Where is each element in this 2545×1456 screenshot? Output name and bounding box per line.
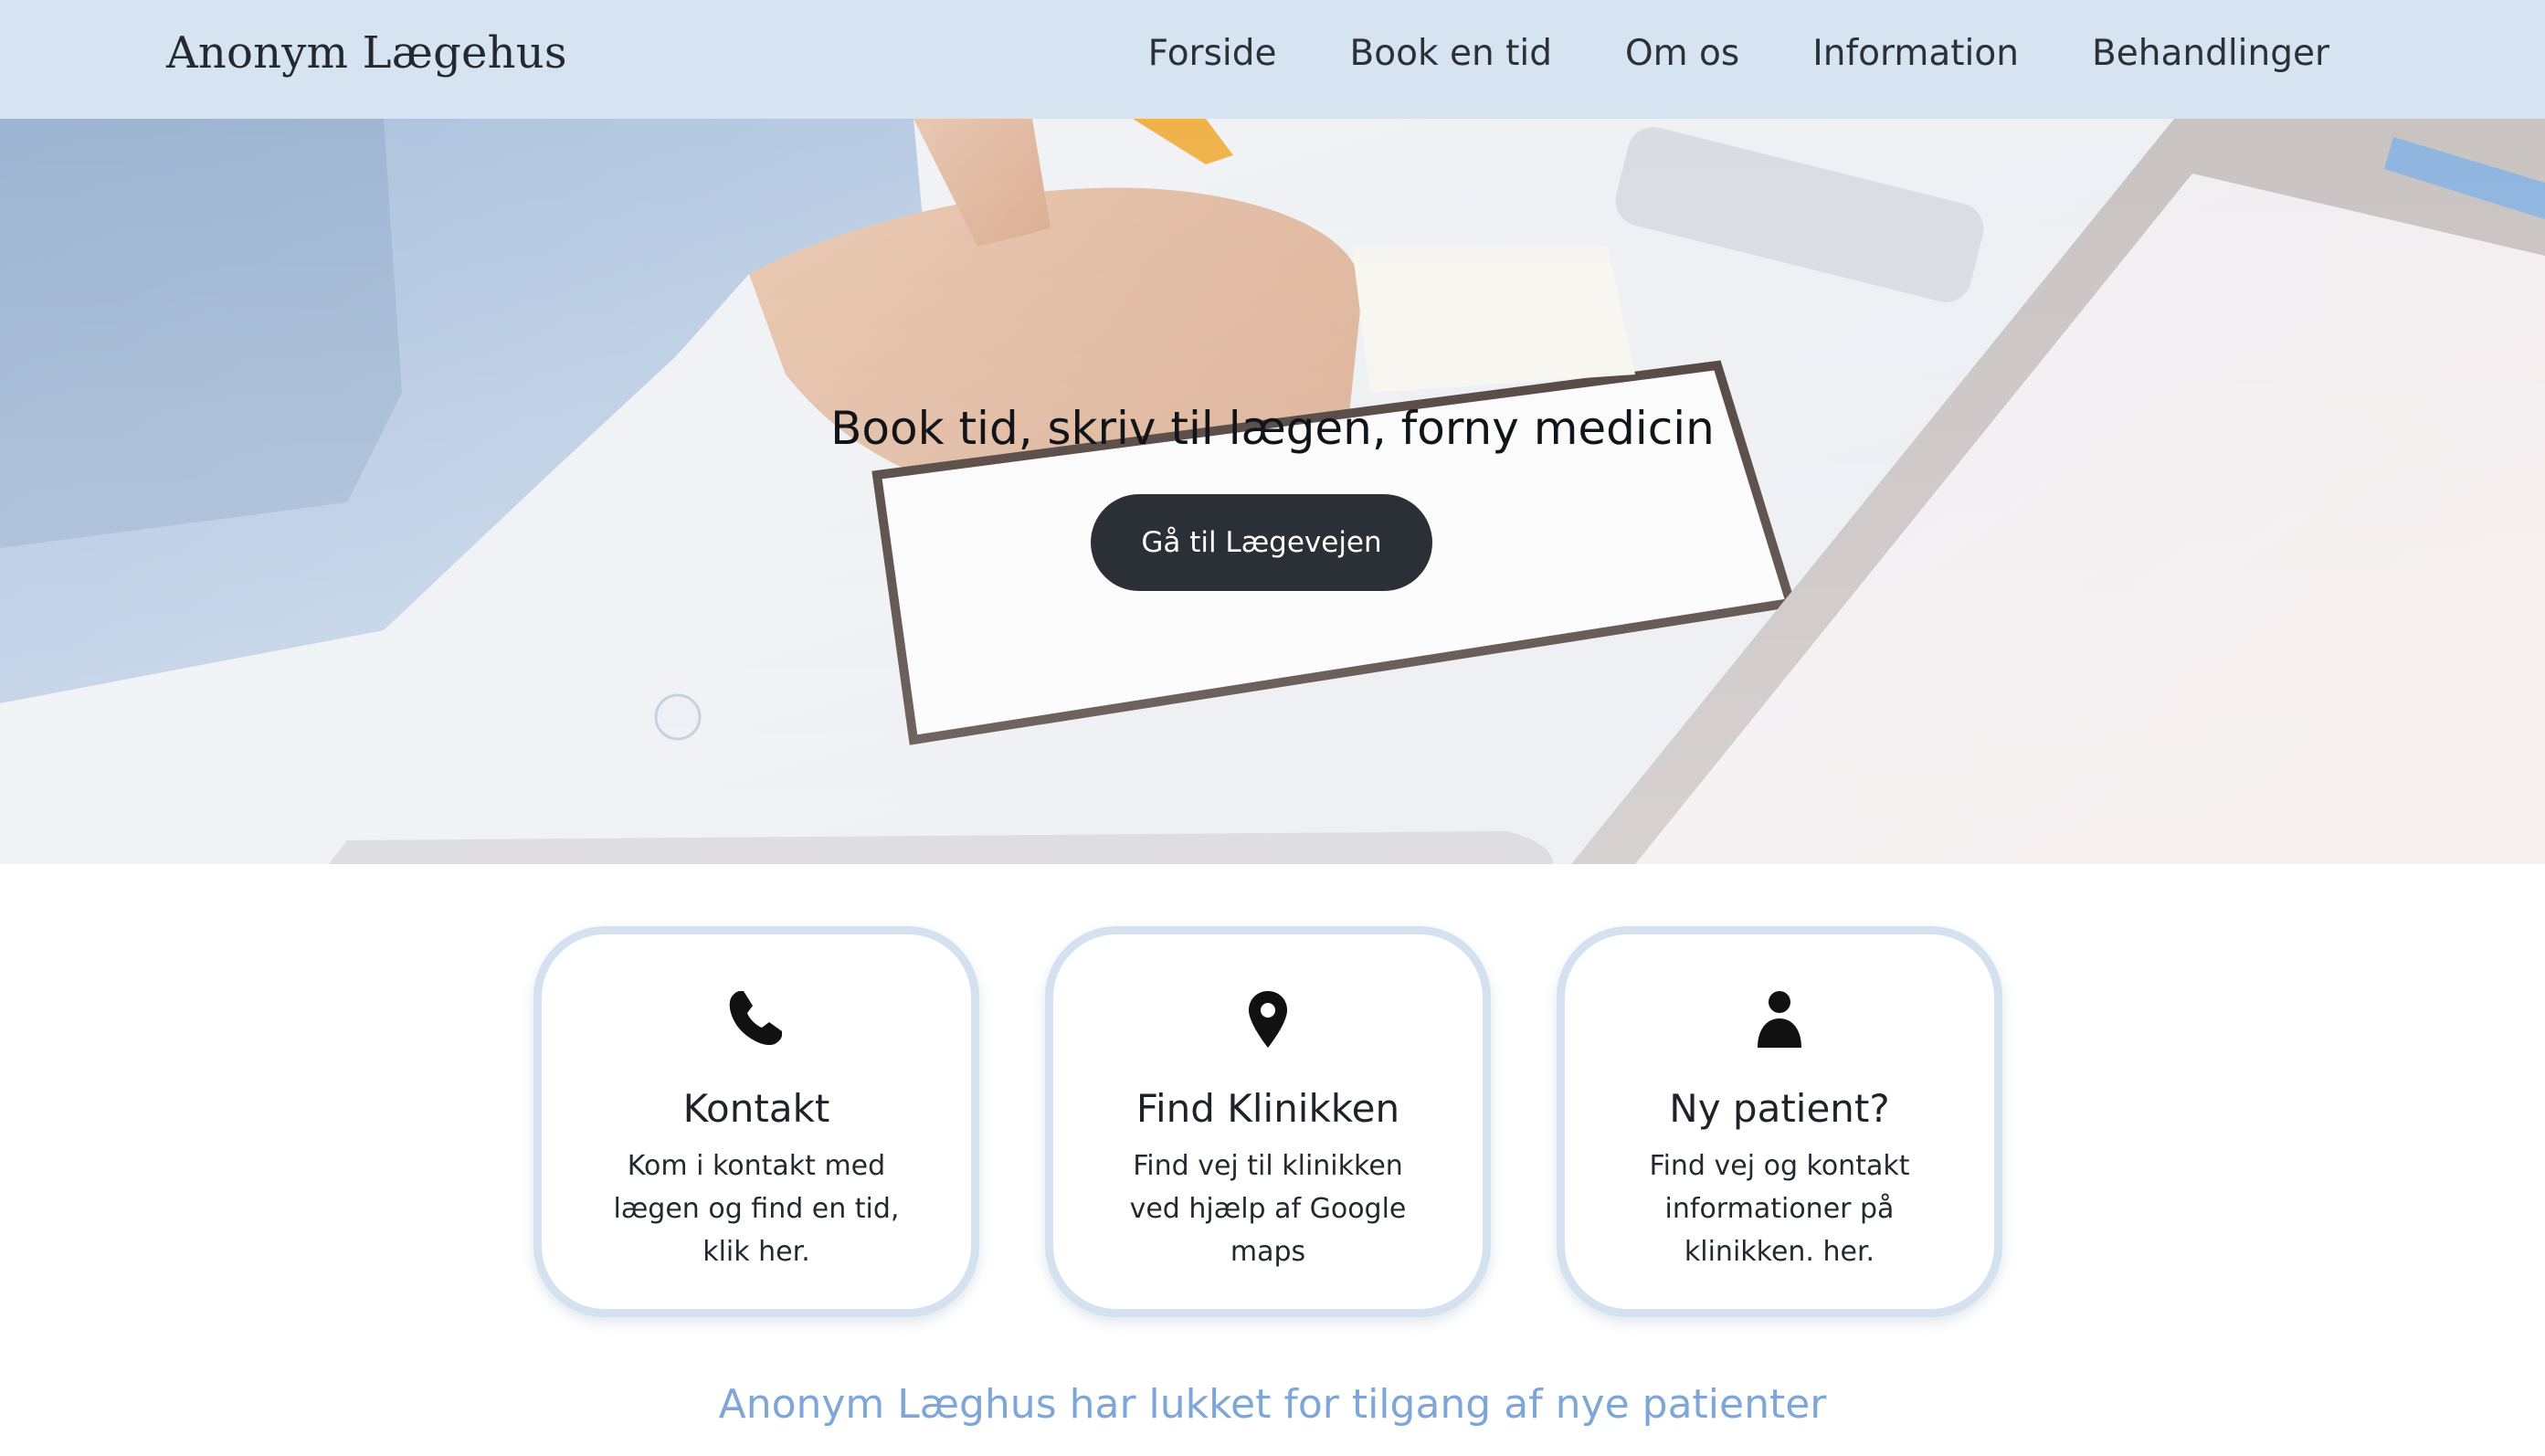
nav-forside[interactable]: Forside [1148, 33, 1277, 74]
card-ny-patient[interactable]: Ny patient? Find vej og kontakt informat… [1557, 926, 2002, 1317]
map-pin-icon [1053, 989, 1483, 1055]
hero-section: Book tid, skriv til lægen, forny medicin… [0, 119, 2545, 864]
hero-background-image [0, 119, 2545, 864]
main-nav: Forside Book en tid Om os Information Be… [1148, 33, 2329, 74]
user-icon [1565, 989, 1994, 1055]
card-line: ved hjælp af Google [1129, 1193, 1407, 1225]
page: Anonym Lægehus Forside Book en tid Om os… [0, 0, 2545, 1456]
navbar: Anonym Lægehus Forside Book en tid Om os… [0, 0, 2545, 119]
card-line: klik her. [702, 1236, 810, 1268]
card-line: lægen og find en tid, [613, 1193, 900, 1225]
go-to-laegevejen-button[interactable]: Gå til Lægevejen [1091, 494, 1432, 591]
brand-logo[interactable]: Anonym Lægehus [166, 27, 567, 79]
card-line: klinikken. her. [1684, 1236, 1875, 1268]
card-description: Find vej og kontakt informationer på kli… [1601, 1145, 1958, 1273]
card-line: informationer på [1664, 1193, 1895, 1225]
phone-icon [542, 989, 971, 1055]
card-description: Kom i kontakt med lægen og find en tid, … [578, 1145, 935, 1273]
hero-title: Book tid, skriv til lægen, forny medicin [830, 402, 1715, 455]
nav-om-os[interactable]: Om os [1625, 33, 1739, 74]
nav-book-en-tid[interactable]: Book en tid [1350, 33, 1552, 74]
card-find-klinikken[interactable]: Find Klinikken Find vej til klinikken ve… [1045, 926, 1491, 1317]
card-description: Find vej til klinikken ved hjælp af Goog… [1090, 1145, 1446, 1273]
card-title: Find Klinikken [1135, 1086, 1400, 1131]
nav-behandlinger[interactable]: Behandlinger [2092, 33, 2329, 74]
card-title: Kontakt [682, 1086, 830, 1131]
card-kontakt[interactable]: Kontakt Kom i kontakt med lægen og find … [533, 926, 979, 1317]
card-line: Kom i kontakt med [627, 1150, 886, 1182]
closed-for-new-patients-notice: Anonym Læghus har lukket for tilgang af … [718, 1381, 1827, 1428]
card-line: maps [1230, 1236, 1306, 1268]
nav-information[interactable]: Information [1812, 33, 2019, 74]
card-title: Ny patient? [1669, 1086, 1890, 1131]
card-line: Find vej til klinikken [1133, 1150, 1403, 1182]
card-line: Find vej og kontakt [1649, 1150, 1910, 1182]
